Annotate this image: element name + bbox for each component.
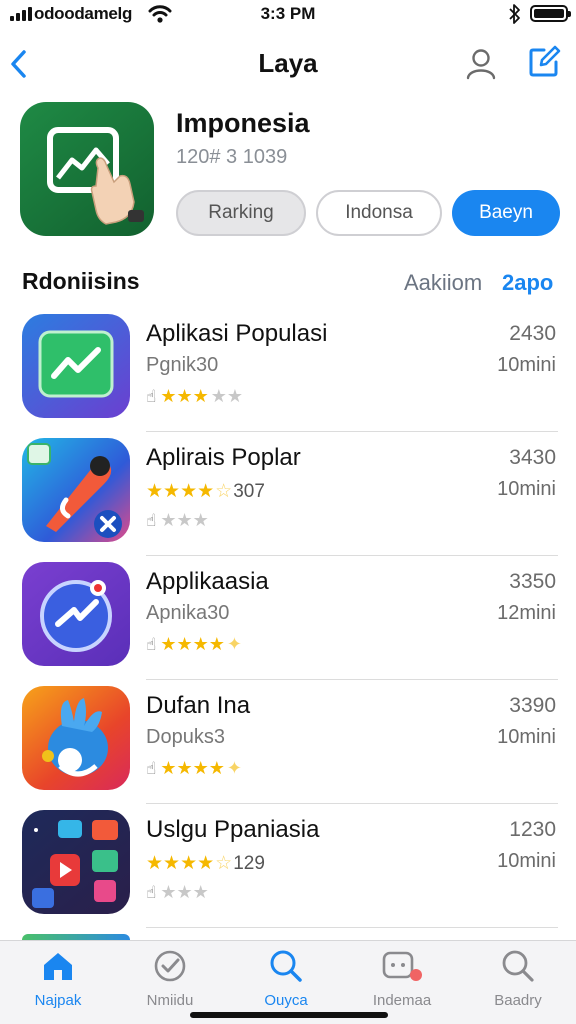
app-duration: 10mini <box>497 850 556 872</box>
app-rating-count: 307 <box>233 480 265 502</box>
app-rating-count: 129 <box>233 852 265 874</box>
compass-icon <box>40 580 112 652</box>
list-item[interactable]: Dufan Ina Dopuks3 ☝ ★★★★ ✦ 3390 10mini <box>0 680 576 804</box>
app-duration: 10mini <box>497 354 556 376</box>
app-name: Uslgu Ppaniasia <box>146 816 320 843</box>
section-title: Rdoniisins <box>22 268 140 294</box>
status-time: 3:3 PM <box>260 4 316 23</box>
app-count: 3390 <box>509 694 556 717</box>
mascot-icon <box>42 698 108 777</box>
section-link-secondary[interactable]: Aakiiom <box>404 270 482 296</box>
search-icon <box>502 950 534 982</box>
status-bar: odoodamelg 3:3 PM <box>0 0 576 30</box>
app-star-rating: ★★★★ ☆ 307 <box>146 480 265 503</box>
tab-apps[interactable]: Nmiidu <box>120 949 220 1009</box>
divider <box>146 927 558 928</box>
photo-hand-icon <box>47 127 144 225</box>
app-icon <box>22 314 130 418</box>
list-item[interactable]: Uslgu Ppaniasia ★★★★ ☆ 129 ☝ ★★★ 1230 10m… <box>0 804 576 928</box>
search-icon <box>270 950 302 982</box>
app-name: Dufan Ina <box>146 692 251 719</box>
tab-home[interactable]: Najpak <box>8 949 108 1009</box>
app-star-rating: ★★★★ ☆ 129 <box>146 852 265 875</box>
app-subtitle: Dopuks3 <box>146 726 225 748</box>
user-icon[interactable] <box>464 46 498 80</box>
tab-label: Indemaa <box>372 992 432 1009</box>
check-badge-icon <box>154 950 186 982</box>
tab-messages[interactable]: Indemaa <box>352 949 452 1009</box>
thumb-icon: ☝ <box>146 882 157 902</box>
app-name: Aplikasi Populasi <box>146 320 328 347</box>
app-icon <box>22 810 130 914</box>
app-rating: ☝ ★★★ ★★ <box>146 386 244 406</box>
featured-title: Imponesia <box>176 108 310 138</box>
app-icon <box>22 562 130 666</box>
app-name: Aplirais Poplar <box>146 444 301 471</box>
tab-label: Nmiidu <box>146 992 194 1009</box>
tab-label: Baadry <box>494 992 542 1009</box>
thumb-icon: ☝ <box>146 758 157 778</box>
tab-label: Ouyca <box>264 992 308 1009</box>
compose-icon[interactable] <box>526 44 562 80</box>
bluetooth-icon <box>509 4 520 24</box>
list-item[interactable]: Aplirais Poplar ★★★★ ☆ 307 ☝ ★★★ 3430 10m… <box>0 432 576 556</box>
chat-icon <box>382 951 422 981</box>
thumb-icon: ☝ <box>146 386 157 406</box>
app-rating: ☝ ★★★ <box>146 510 209 530</box>
chip-indonesia[interactable]: Indonsa <box>316 190 442 236</box>
app-duration: 10mini <box>497 478 556 500</box>
featured-subtitle: 120# 3 1039 <box>176 146 288 168</box>
app-count: 3350 <box>509 570 556 593</box>
thumb-icon: ☝ <box>146 634 157 654</box>
app-rating: ☝ ★★★ <box>146 882 209 902</box>
app-count: 2430 <box>509 322 556 345</box>
app-rating: ☝ ★★★★ ✦ <box>146 634 242 654</box>
tab-search[interactable]: Ouyca <box>236 949 336 1009</box>
app-duration: 10mini <box>497 726 556 748</box>
chip-ranking[interactable]: Rarking <box>176 190 306 236</box>
list-item[interactable]: Applikaasia Apnika30 ☝ ★★★★ ✦ 3350 12mini <box>0 556 576 680</box>
tab-search-2[interactable]: Baadry <box>468 949 568 1009</box>
app-count: 3430 <box>509 446 556 469</box>
app-rating: ☝ ★★★★ ✦ <box>146 758 242 778</box>
app-name: Applikaasia <box>146 568 269 595</box>
app-icon <box>22 438 130 542</box>
app-subtitle: Apnika30 <box>146 602 230 624</box>
nav-bar: Laya <box>0 36 576 92</box>
trend-chart-icon <box>38 330 114 398</box>
section-link-primary[interactable]: 2apo <box>502 270 553 296</box>
app-count: 1230 <box>509 818 556 841</box>
app-duration: 12mini <box>497 602 556 624</box>
tab-label: Najpak <box>34 992 82 1009</box>
list-item[interactable]: Aplikasi Populasi Pgnik30 ☝ ★★★ ★★ 2430 1… <box>0 308 576 432</box>
battery-icon <box>530 5 571 22</box>
app-subtitle: Pgnik30 <box>146 354 219 376</box>
thumb-icon: ☝ <box>146 510 157 530</box>
home-icon <box>44 953 72 980</box>
home-indicator <box>190 1012 388 1018</box>
chip-primary[interactable]: Baeyn <box>452 190 560 236</box>
app-icon <box>22 686 130 790</box>
rocket-icon <box>27 443 122 538</box>
app-grid-icon <box>32 820 118 908</box>
featured-app-icon[interactable] <box>20 102 154 236</box>
